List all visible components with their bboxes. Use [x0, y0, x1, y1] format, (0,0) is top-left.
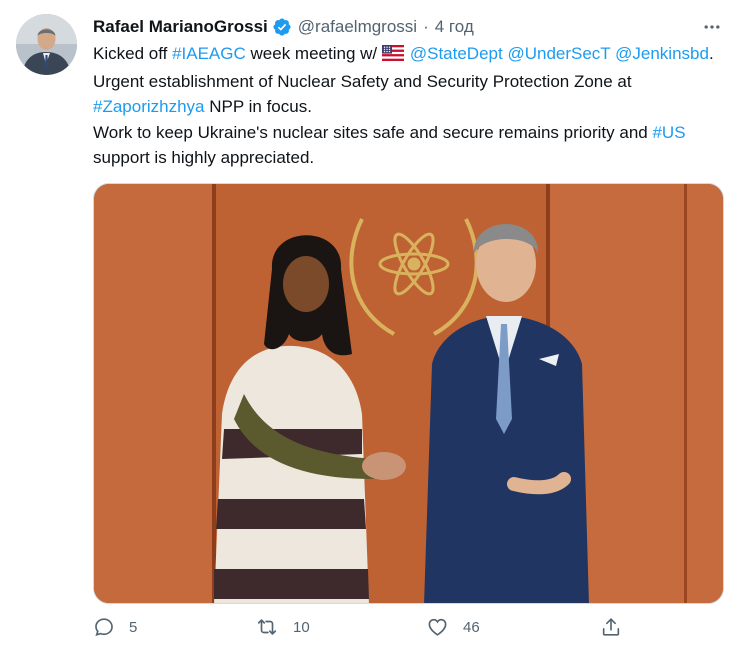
retweet-button[interactable]: 10: [255, 616, 310, 638]
text-segment: Kicked off: [93, 44, 173, 63]
header-separator: ·: [423, 17, 429, 36]
verified-badge-icon: [272, 17, 292, 37]
retweet-count: 10: [293, 618, 310, 636]
reply-count: 5: [129, 618, 138, 636]
tweet-header: Rafael MarianoGrossi @rafaelmgrossi · 4 …: [93, 14, 725, 40]
hashtag-link[interactable]: #US: [652, 123, 685, 142]
text-segment: NPP in focus.: [204, 97, 312, 116]
text-segment: Work to keep Ukraine's nuclear sites saf…: [93, 122, 653, 142]
author-name[interactable]: Rafael MarianoGrossi: [93, 17, 268, 37]
mention-link[interactable]: @Jenkinsbd: [615, 44, 709, 63]
us-flag-icon: [381, 43, 404, 69]
share-icon: [600, 616, 622, 638]
like-icon: [426, 616, 449, 638]
tweet-action-bar: 5 10 46: [93, 616, 725, 648]
avatar-image: [16, 14, 77, 75]
author-handle[interactable]: @rafaelmgrossi: [298, 17, 417, 37]
author-avatar[interactable]: [16, 14, 77, 75]
photo-illustration: A E: [94, 184, 723, 603]
hashtag-link[interactable]: #Zaporizhzhya: [93, 97, 205, 116]
tweet-photo[interactable]: A E: [93, 183, 724, 604]
text-segment: support is highly appreciated.: [93, 148, 315, 167]
more-icon[interactable]: [699, 15, 725, 39]
reply-icon: [93, 616, 115, 638]
share-button[interactable]: [600, 616, 622, 638]
mention-link[interactable]: @UnderSecT: [507, 44, 610, 63]
reply-button[interactable]: 5: [93, 616, 137, 638]
like-button[interactable]: 46: [426, 616, 480, 638]
like-count: 46: [463, 618, 480, 636]
hashtag-link[interactable]: #IAEAGC: [172, 44, 246, 63]
mention-link[interactable]: @StateDept: [410, 44, 503, 63]
tweet-timestamp[interactable]: 4 год: [435, 17, 474, 37]
tweet-text: Kicked off #IAEAGC week meeting w/ @Stat…: [93, 41, 725, 171]
retweet-icon: [255, 616, 279, 638]
text-segment: week meeting w/: [245, 44, 382, 63]
